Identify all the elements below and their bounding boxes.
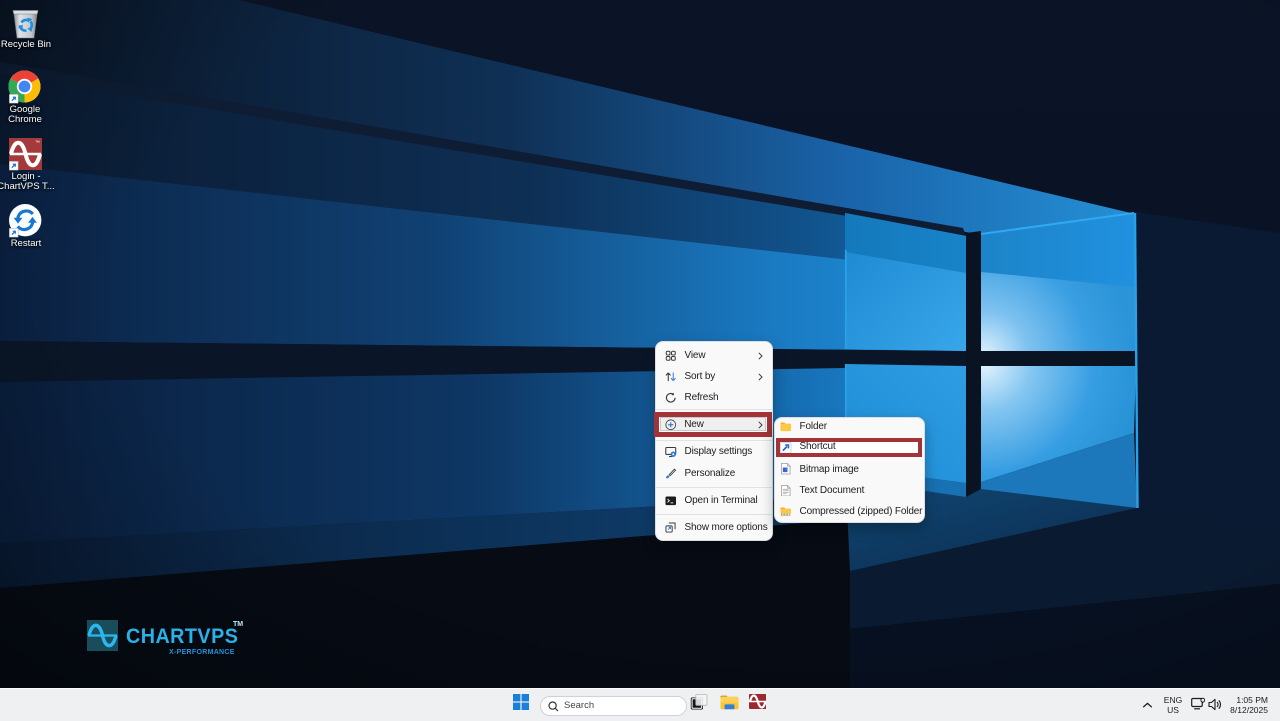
svg-text:™: ™ [35,140,40,146]
